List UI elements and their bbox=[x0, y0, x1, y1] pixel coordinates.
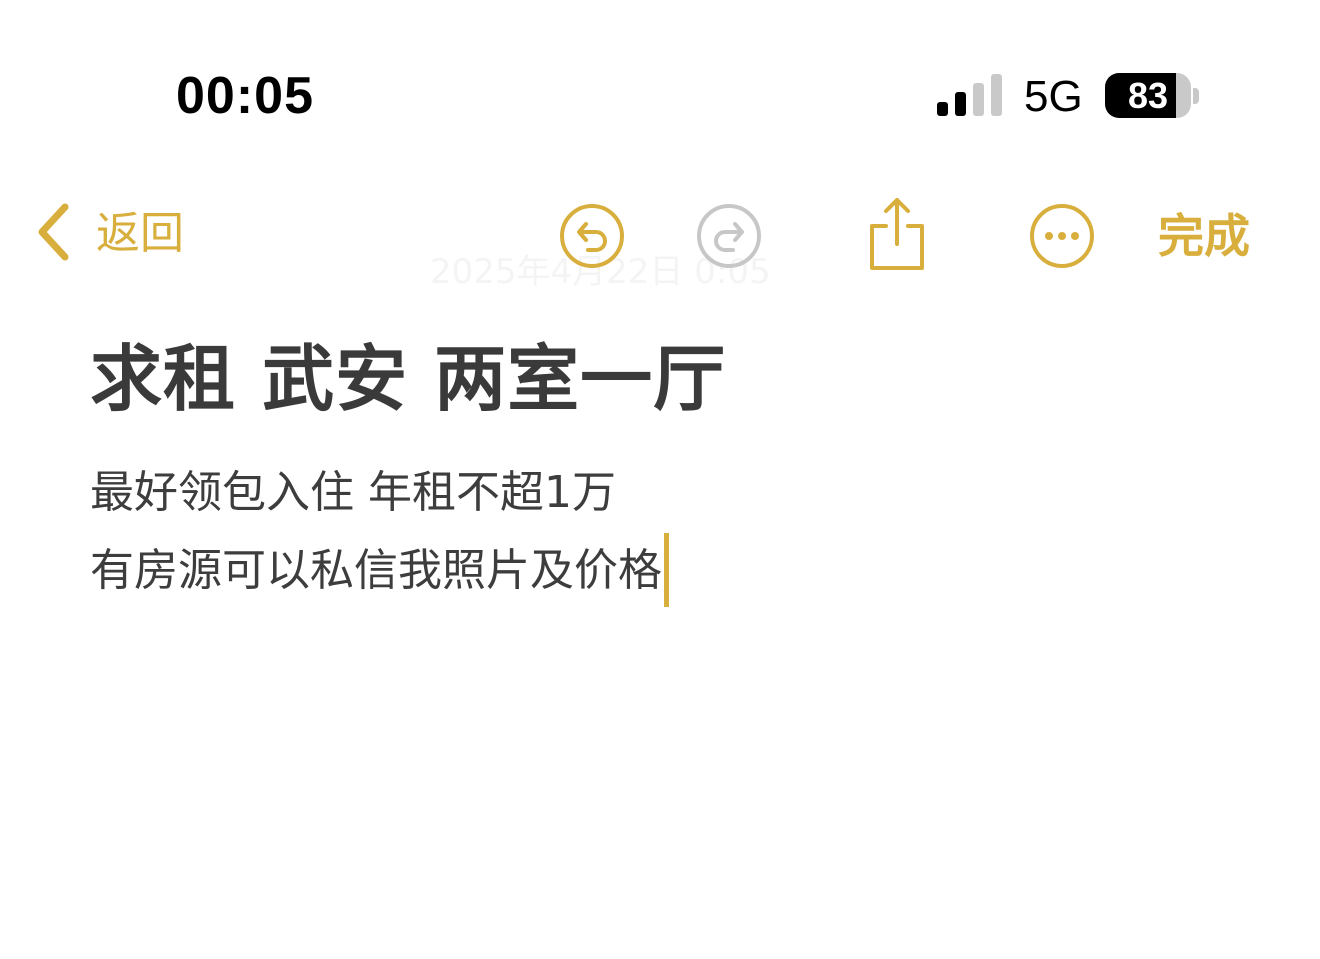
notes-toolbar: 返回 完成 bbox=[0, 190, 1320, 280]
signal-bar bbox=[955, 92, 966, 116]
signal-bar bbox=[937, 102, 948, 116]
back-label: 返回 bbox=[96, 208, 184, 259]
note-line-text: 有房源可以私信我照片及价格 bbox=[90, 545, 662, 596]
done-button[interactable]: 完成 bbox=[1158, 204, 1250, 268]
status-time: 00:05 bbox=[176, 67, 314, 125]
signal-bar bbox=[991, 74, 1002, 116]
note-line: 有房源可以私信我照片及价格 bbox=[90, 532, 669, 610]
cellular-signal-icon bbox=[937, 74, 1003, 116]
note-line: 最好领包入住 年租不超1万 bbox=[90, 454, 669, 532]
redo-icon[interactable] bbox=[695, 202, 763, 270]
signal-bar bbox=[973, 83, 984, 116]
note-line-text: 最好领包入住 年租不超1万 bbox=[90, 467, 616, 518]
battery-icon: 83 bbox=[1105, 73, 1191, 118]
chevron-left-icon bbox=[34, 202, 70, 266]
battery-level: 83 bbox=[1127, 75, 1169, 116]
note-title[interactable]: 求租 武安 两室一厅 bbox=[90, 336, 726, 422]
battery-tip bbox=[1193, 88, 1199, 104]
back-button[interactable]: 返回 bbox=[34, 202, 184, 266]
share-icon[interactable] bbox=[864, 194, 930, 274]
text-cursor bbox=[664, 533, 669, 607]
status-bar: 00:05 5G 83 bbox=[0, 0, 1320, 150]
undo-icon[interactable] bbox=[558, 202, 626, 270]
more-options-icon[interactable] bbox=[1028, 202, 1096, 270]
network-type: 5G bbox=[1024, 72, 1083, 121]
note-body[interactable]: 最好领包入住 年租不超1万 有房源可以私信我照片及价格 bbox=[90, 454, 669, 610]
